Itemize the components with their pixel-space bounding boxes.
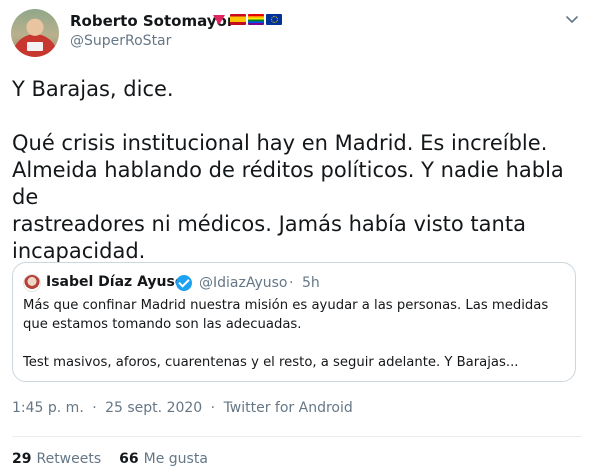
tweet-meta: 1:45 p. m. · 25 sept. 2020 · Twitter for… [12,400,357,416]
author-name[interactable]: Roberto Sotomayor [70,12,234,30]
likes-stat[interactable]: 66 Me gusta [119,451,208,467]
retweets-count: 29 [12,451,32,467]
spain-flag-icon [230,14,246,25]
quoted-timestamp[interactable]: 5h [302,275,320,291]
quoted-text: Más que confinar Madrid nuestra misión e… [23,298,549,370]
tweet-time[interactable]: 1:45 p. m. [12,400,84,416]
likes-count: 66 [119,451,139,467]
verified-icon [176,275,192,291]
retweets-stat[interactable]: 29 Retweets [12,451,101,467]
quoted-separator: · [289,275,294,291]
meta-separator: · [210,400,216,416]
quoted-tweet[interactable]: Isabel Díaz Ayuso @IdiazAyuso · 5h Más q… [12,262,576,382]
tweet-date[interactable]: 25 sept. 2020 [105,400,202,416]
eu-flag-icon [266,14,282,25]
quoted-avatar[interactable] [23,274,41,292]
heart-triangle-icon [213,14,225,25]
chevron-down-icon[interactable] [563,10,581,28]
rainbow-flag-icon [248,14,264,25]
author-badges [213,14,282,25]
author-handle[interactable]: @SuperRoStar [70,33,171,49]
retweets-label: Retweets [36,451,102,467]
divider [12,436,582,437]
tweet-text: Y Barajas, dice. Qué crisis instituciona… [12,77,564,263]
meta-separator: · [92,400,97,416]
quoted-author-handle[interactable]: @IdiazAyuso [199,275,287,291]
author-avatar[interactable] [11,9,59,57]
likes-label: Me gusta [143,451,208,467]
quoted-author-name[interactable]: Isabel Díaz Ayuso [46,274,184,290]
tweet-stats: 29 Retweets 66 Me gusta [12,451,208,467]
tweet-source[interactable]: Twitter for Android [224,400,353,416]
